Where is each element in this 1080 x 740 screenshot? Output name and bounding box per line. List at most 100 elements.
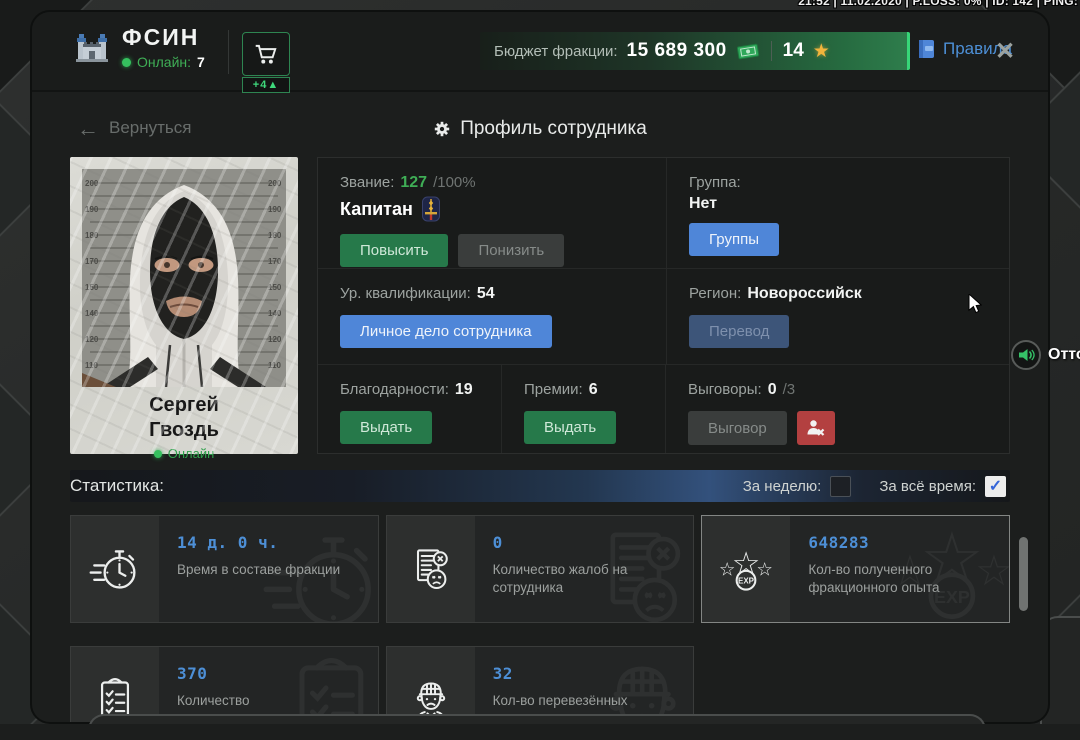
svg-text:120: 120 (268, 335, 282, 344)
reprimand-value: 0 (767, 381, 777, 398)
exp-stars-icon (717, 545, 775, 593)
svg-text:120: 120 (85, 335, 99, 344)
give-thanks-button[interactable]: Выдать (340, 411, 433, 444)
svg-text:200: 200 (268, 179, 282, 188)
groups-button[interactable]: Группы (689, 223, 779, 256)
hud-status-line: 21:52 | 11.02.2020 | P.LOSS: 0% | ID: 14… (798, 0, 1078, 8)
svg-text:170: 170 (268, 257, 282, 266)
promote-button[interactable]: Повысить (340, 234, 449, 267)
thanks-section: Благодарности: 19 Выдать (318, 365, 501, 453)
bonus-label: Премии: (524, 381, 583, 398)
svg-text:180: 180 (85, 231, 99, 240)
game-background: 21:52 | 11.02.2020 | P.LOSS: 0% | ID: 14… (0, 0, 1080, 740)
region-value: Новороссийск (747, 285, 862, 302)
svg-text:170: 170 (85, 257, 99, 266)
budget-separator (770, 41, 772, 61)
qualification-label: Ур. квалификации: (340, 285, 471, 302)
region-section: Регион: Новороссийск Перевод (666, 269, 1009, 364)
alltime-filter-label: За всё время: (879, 477, 976, 495)
group-value: Нет (689, 195, 718, 212)
stats-scrollbar-thumb[interactable] (1019, 537, 1028, 611)
page-title-text: Профиль сотрудника (460, 118, 647, 139)
stars-value: 14 (782, 40, 804, 61)
svg-text:200: 200 (85, 179, 99, 188)
faction-name: ФСИН (122, 24, 200, 50)
demote-button[interactable]: Понизить (458, 234, 565, 267)
castle-icon (74, 30, 110, 64)
rules-book-icon (916, 38, 936, 60)
online-label: Онлайн: (137, 54, 192, 70)
qualification-value: 54 (476, 285, 495, 302)
rank-progress: 127 (400, 174, 428, 191)
header-divider (228, 30, 229, 74)
employee-online-dot (153, 449, 162, 458)
region-label: Регион: (689, 285, 742, 302)
qualification-section: Ур. квалификации: 54 Личное дело сотрудн… (318, 269, 666, 364)
page-title: Профиль сотрудника (32, 118, 1048, 140)
employee-info-panel: Звание: 127 /100% Капитан Повысить Пониз… (317, 157, 1010, 454)
voice-speaker-name: Отто (1048, 346, 1080, 363)
rank-insignia-icon (421, 196, 441, 222)
week-filter-label: За неделю: (742, 477, 822, 495)
stat-card-prisoners: 32 Кол-во перевезённых (385, 646, 695, 722)
alltime-filter-checkbox[interactable]: ✓ (985, 475, 1006, 497)
thanks-label: Благодарности: (340, 381, 449, 398)
svg-text:110: 110 (268, 361, 281, 370)
reprimand-button[interactable]: Выговор (688, 411, 787, 445)
stat-label: Кол-во перевезённых (492, 693, 628, 708)
budget-label: Бюджет фракции: (494, 42, 618, 60)
rank-progress-max: /100% (433, 174, 476, 191)
group-section: Группа: Нет Группы (666, 158, 1009, 268)
cart-icon (253, 41, 279, 67)
employee-photo-card: 200 190 180 170 150 140 120 110 200 190 180 170… (70, 157, 298, 461)
reprimand-max: /3 (782, 381, 796, 398)
bonus-value: 6 (588, 381, 598, 398)
employee-first-name: Сергей (149, 394, 219, 416)
employee-online-status: Онлайн (167, 446, 215, 461)
bezel-bottom-bar (0, 724, 1080, 740)
stat-label: Количество жалоб на сотрудника (492, 562, 628, 596)
reprimand-section: Выговоры: 0 /3 Выговор (665, 365, 1009, 453)
svg-text:150: 150 (85, 283, 99, 292)
stat-card-complaints: 0 Количество жалоб на сотрудника (385, 515, 695, 623)
transfer-button[interactable]: Перевод (689, 315, 790, 348)
rank-section: Звание: 127 /100% Капитан Повысить Пониз… (318, 158, 666, 268)
stat-card-tasks: 370 Количество (70, 646, 379, 724)
svg-text:190: 190 (85, 205, 99, 214)
svg-text:190: 190 (268, 205, 282, 214)
voice-indicator: Отто (1011, 340, 1080, 370)
cart-badge: +4▲ (242, 77, 290, 93)
header-bar: ФСИН Онлайн: 7 +4▲ Бюджет фракции: 15 68… (32, 12, 1048, 93)
bonus-section: Премии: 6 Выдать (501, 365, 665, 453)
online-count: 7 (197, 54, 205, 70)
close-button[interactable]: ✕ (988, 34, 1022, 68)
gear-icon (433, 120, 451, 138)
stat-label: Время в составе фракции (177, 562, 341, 577)
week-filter-checkbox[interactable] (830, 475, 852, 497)
statistics-title: Статистика: (70, 476, 165, 495)
svg-text:140: 140 (85, 309, 99, 318)
stat-label: Кол-во полученного фракционного опыта (808, 562, 940, 596)
stat-value: 0 (492, 533, 503, 552)
statistics-bar: Статистика: За неделю: За всё время: ✓ (70, 470, 1010, 502)
mouse-cursor-icon (968, 294, 982, 314)
clipboard-watermark-icon (276, 649, 378, 724)
faction-block: ФСИН Онлайн: 7 (74, 24, 205, 70)
reprimand-label: Выговоры: (688, 381, 762, 398)
fire-employee-button[interactable] (796, 411, 835, 445)
stat-card-time: 14 д. 0 ч. Время в составе фракции (70, 515, 379, 623)
give-bonus-button[interactable]: Выдать (524, 411, 617, 444)
svg-text:110: 110 (85, 361, 98, 370)
employee-mugshot: 200 190 180 170 150 140 120 110 200 190 180 170… (82, 169, 286, 387)
star-icon: ★ (812, 40, 830, 62)
faction-budget-bar: Бюджет фракции: 15 689 300 14 ★ (480, 32, 910, 70)
complaint-icon (405, 543, 457, 595)
budget-value: 15 689 300 (626, 40, 727, 61)
stat-card-exp: 648283 Кол-во полученного фракционного о… (701, 515, 1010, 623)
online-status-dot (122, 57, 131, 67)
stat-value: 14 д. 0 ч. (177, 533, 279, 552)
dossier-button[interactable]: Личное дело сотрудника (340, 315, 552, 348)
stat-value: 370 (177, 664, 208, 683)
svg-text:180: 180 (268, 231, 282, 240)
faction-shop-button[interactable] (242, 32, 290, 76)
